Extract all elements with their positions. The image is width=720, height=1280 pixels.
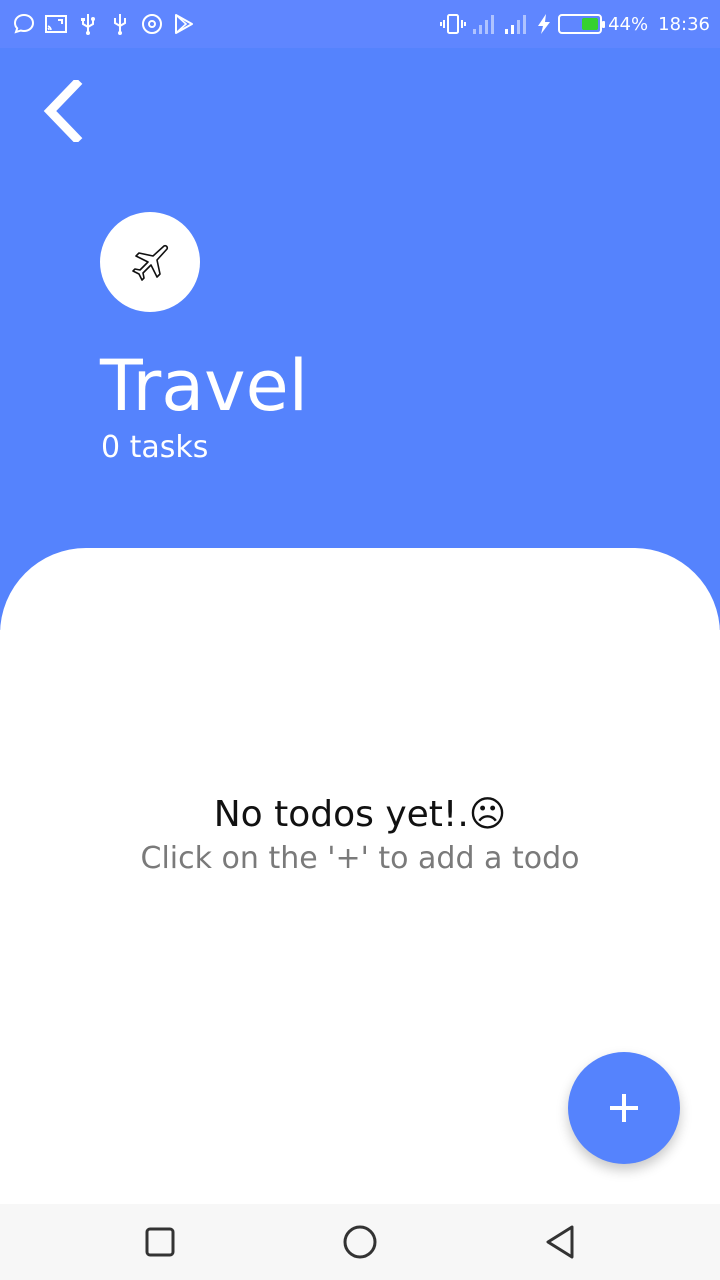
signal-icon bbox=[473, 15, 495, 34]
empty-state-title: No todos yet!.☹ bbox=[213, 794, 507, 835]
charging-icon bbox=[538, 14, 551, 34]
vibrate-icon bbox=[440, 14, 467, 34]
task-count: 0 tasks bbox=[101, 430, 209, 465]
notification-icons bbox=[12, 12, 196, 36]
cast-icon bbox=[45, 15, 67, 33]
category-header bbox=[0, 48, 720, 630]
category-title: Travel bbox=[100, 345, 309, 427]
plus-icon bbox=[610, 1094, 638, 1122]
sync-icon bbox=[142, 14, 162, 34]
empty-state-subtitle: Click on the '+' to add a todo bbox=[140, 841, 580, 876]
clock: 18:36 bbox=[658, 13, 710, 35]
battery-icon bbox=[558, 14, 606, 34]
empty-state: No todos yet!.☹ Click on the '+' to add … bbox=[0, 792, 720, 880]
add-todo-button[interactable] bbox=[568, 1052, 680, 1164]
back-nav-button[interactable] bbox=[530, 1218, 590, 1266]
usb-icon bbox=[81, 14, 95, 35]
signal-icon bbox=[505, 15, 527, 34]
back-button[interactable] bbox=[36, 78, 92, 144]
chat-bubble-icon bbox=[13, 13, 35, 34]
home-circle-icon bbox=[343, 1225, 377, 1259]
recents-button[interactable] bbox=[130, 1218, 190, 1266]
chevron-left-icon bbox=[43, 80, 83, 142]
status-bar: 44% 18:36 bbox=[0, 0, 720, 48]
system-status: 44% 18:36 bbox=[440, 10, 710, 38]
play-store-icon bbox=[175, 14, 193, 34]
recents-square-icon bbox=[145, 1227, 175, 1257]
system-navigation-bar bbox=[0, 1204, 720, 1280]
battery-percent: 44% bbox=[608, 13, 649, 35]
battery-level bbox=[582, 18, 599, 30]
back-triangle-icon bbox=[546, 1225, 574, 1259]
airplane-icon bbox=[132, 244, 169, 281]
category-icon-badge bbox=[100, 212, 200, 312]
usb-icon bbox=[114, 14, 126, 35]
home-button[interactable] bbox=[330, 1218, 390, 1266]
